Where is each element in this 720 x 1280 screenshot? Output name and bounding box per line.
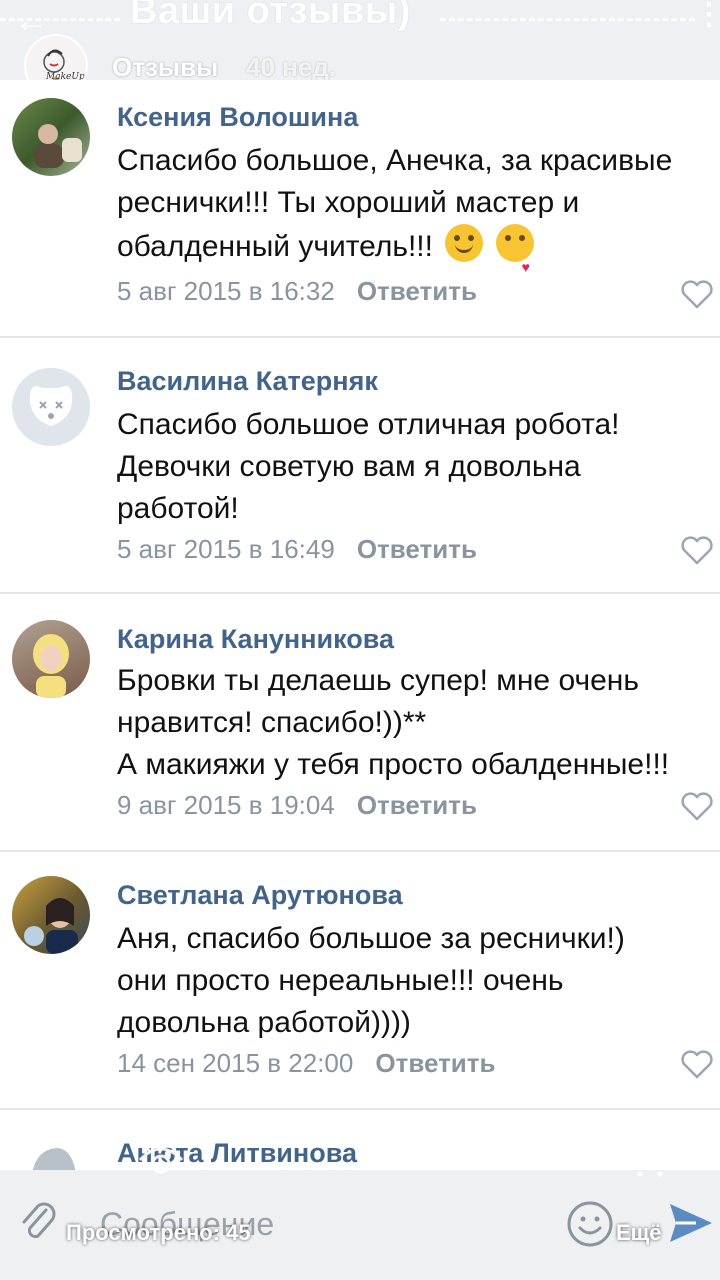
smile-icon[interactable] <box>566 1200 614 1248</box>
views-count: Просмотрено: 45 <box>66 1220 251 1245</box>
comment-date: 5 авг 2015 в 16:49 <box>117 534 335 564</box>
comment-author[interactable]: Ксения Волошина <box>117 102 358 133</box>
paperclip-icon[interactable] <box>18 1200 58 1246</box>
heart-icon[interactable] <box>680 280 714 310</box>
avatar[interactable] <box>12 620 90 698</box>
avatar[interactable] <box>12 98 90 176</box>
reply-button[interactable]: Ответить <box>375 1048 495 1078</box>
heart-icon[interactable] <box>680 536 714 566</box>
reply-button[interactable]: Ответить <box>357 790 477 820</box>
comment-meta: 9 авг 2015 в 19:04 Ответить <box>117 790 477 821</box>
heart-icon[interactable] <box>680 1050 714 1080</box>
reply-button[interactable]: Ответить <box>357 534 477 564</box>
comment-meta: 5 авг 2015 в 16:49 Ответить <box>117 534 477 565</box>
story-title-bar: Ваши отзывы) <box>0 0 720 40</box>
story-author[interactable]: Отзывы <box>112 52 218 83</box>
kiss-emoji-icon: ♥ <box>495 224 534 275</box>
story-time: 40 нед. <box>246 52 337 82</box>
eye-icon <box>138 1140 184 1174</box>
comment-meta: 14 сен 2015 в 22:00 Ответить <box>117 1048 496 1079</box>
comment-text-line: А макияжи у тебя просто обалденные!!! <box>117 748 670 781</box>
back-arrow-icon[interactable]: ← <box>14 2 48 41</box>
comment-item: Ксения Волошина Спасибо большое, Анечка,… <box>0 80 720 338</box>
comment-item: Светлана Арутюнова Аня, спасибо большое … <box>0 852 720 1110</box>
more-options-icon[interactable] <box>630 1138 670 1182</box>
comment-text: Спасибо большое отличная робота! Девочки… <box>117 408 620 525</box>
comment-item: Карина Канунникова Бровки ты делаешь суп… <box>0 594 720 852</box>
title-dashes-right <box>440 18 695 21</box>
comment-text: Бровки ты делаешь супер! мне очень нрави… <box>117 660 717 786</box>
more-button[interactable]: Ещё <box>616 1220 661 1246</box>
comment-date: 14 сен 2015 в 22:00 <box>117 1048 354 1078</box>
comment-author[interactable]: Василина Катерняк <box>117 366 378 397</box>
comment-item: Василина Катерняк Спасибо большое отличн… <box>0 338 720 594</box>
avatar-partial[interactable] <box>26 1140 78 1174</box>
comment-author[interactable]: Светлана Арутюнова <box>117 880 403 911</box>
deactivated-dog-icon <box>12 368 90 446</box>
reply-button[interactable]: Ответить <box>357 276 477 306</box>
comment-date: 5 авг 2015 в 16:32 <box>117 276 335 306</box>
send-icon[interactable] <box>666 1198 716 1248</box>
comment-author[interactable]: Карина Канунникова <box>117 624 394 655</box>
comment-date: 9 авг 2015 в 19:04 <box>117 790 335 820</box>
heart-icon[interactable] <box>680 792 714 822</box>
comment-meta: 5 авг 2015 в 16:32 Ответить <box>117 276 477 307</box>
comment-text-body: Спасибо большое, Анечка, за красивые рес… <box>117 144 673 263</box>
avatar[interactable] <box>12 876 90 954</box>
story-title: Ваши отзывы) <box>130 0 411 32</box>
avatar[interactable] <box>12 368 90 446</box>
comment-text-line: Бровки ты делаешь супер! мне очень нрави… <box>117 664 639 739</box>
smile-emoji-icon <box>445 224 484 262</box>
more-vert-icon[interactable]: ⋮ <box>694 0 720 30</box>
comment-text: Аня, спасибо большое за реснички!) они п… <box>117 922 625 1039</box>
comment-text: Спасибо большое, Анечка, за красивые рес… <box>117 140 717 275</box>
